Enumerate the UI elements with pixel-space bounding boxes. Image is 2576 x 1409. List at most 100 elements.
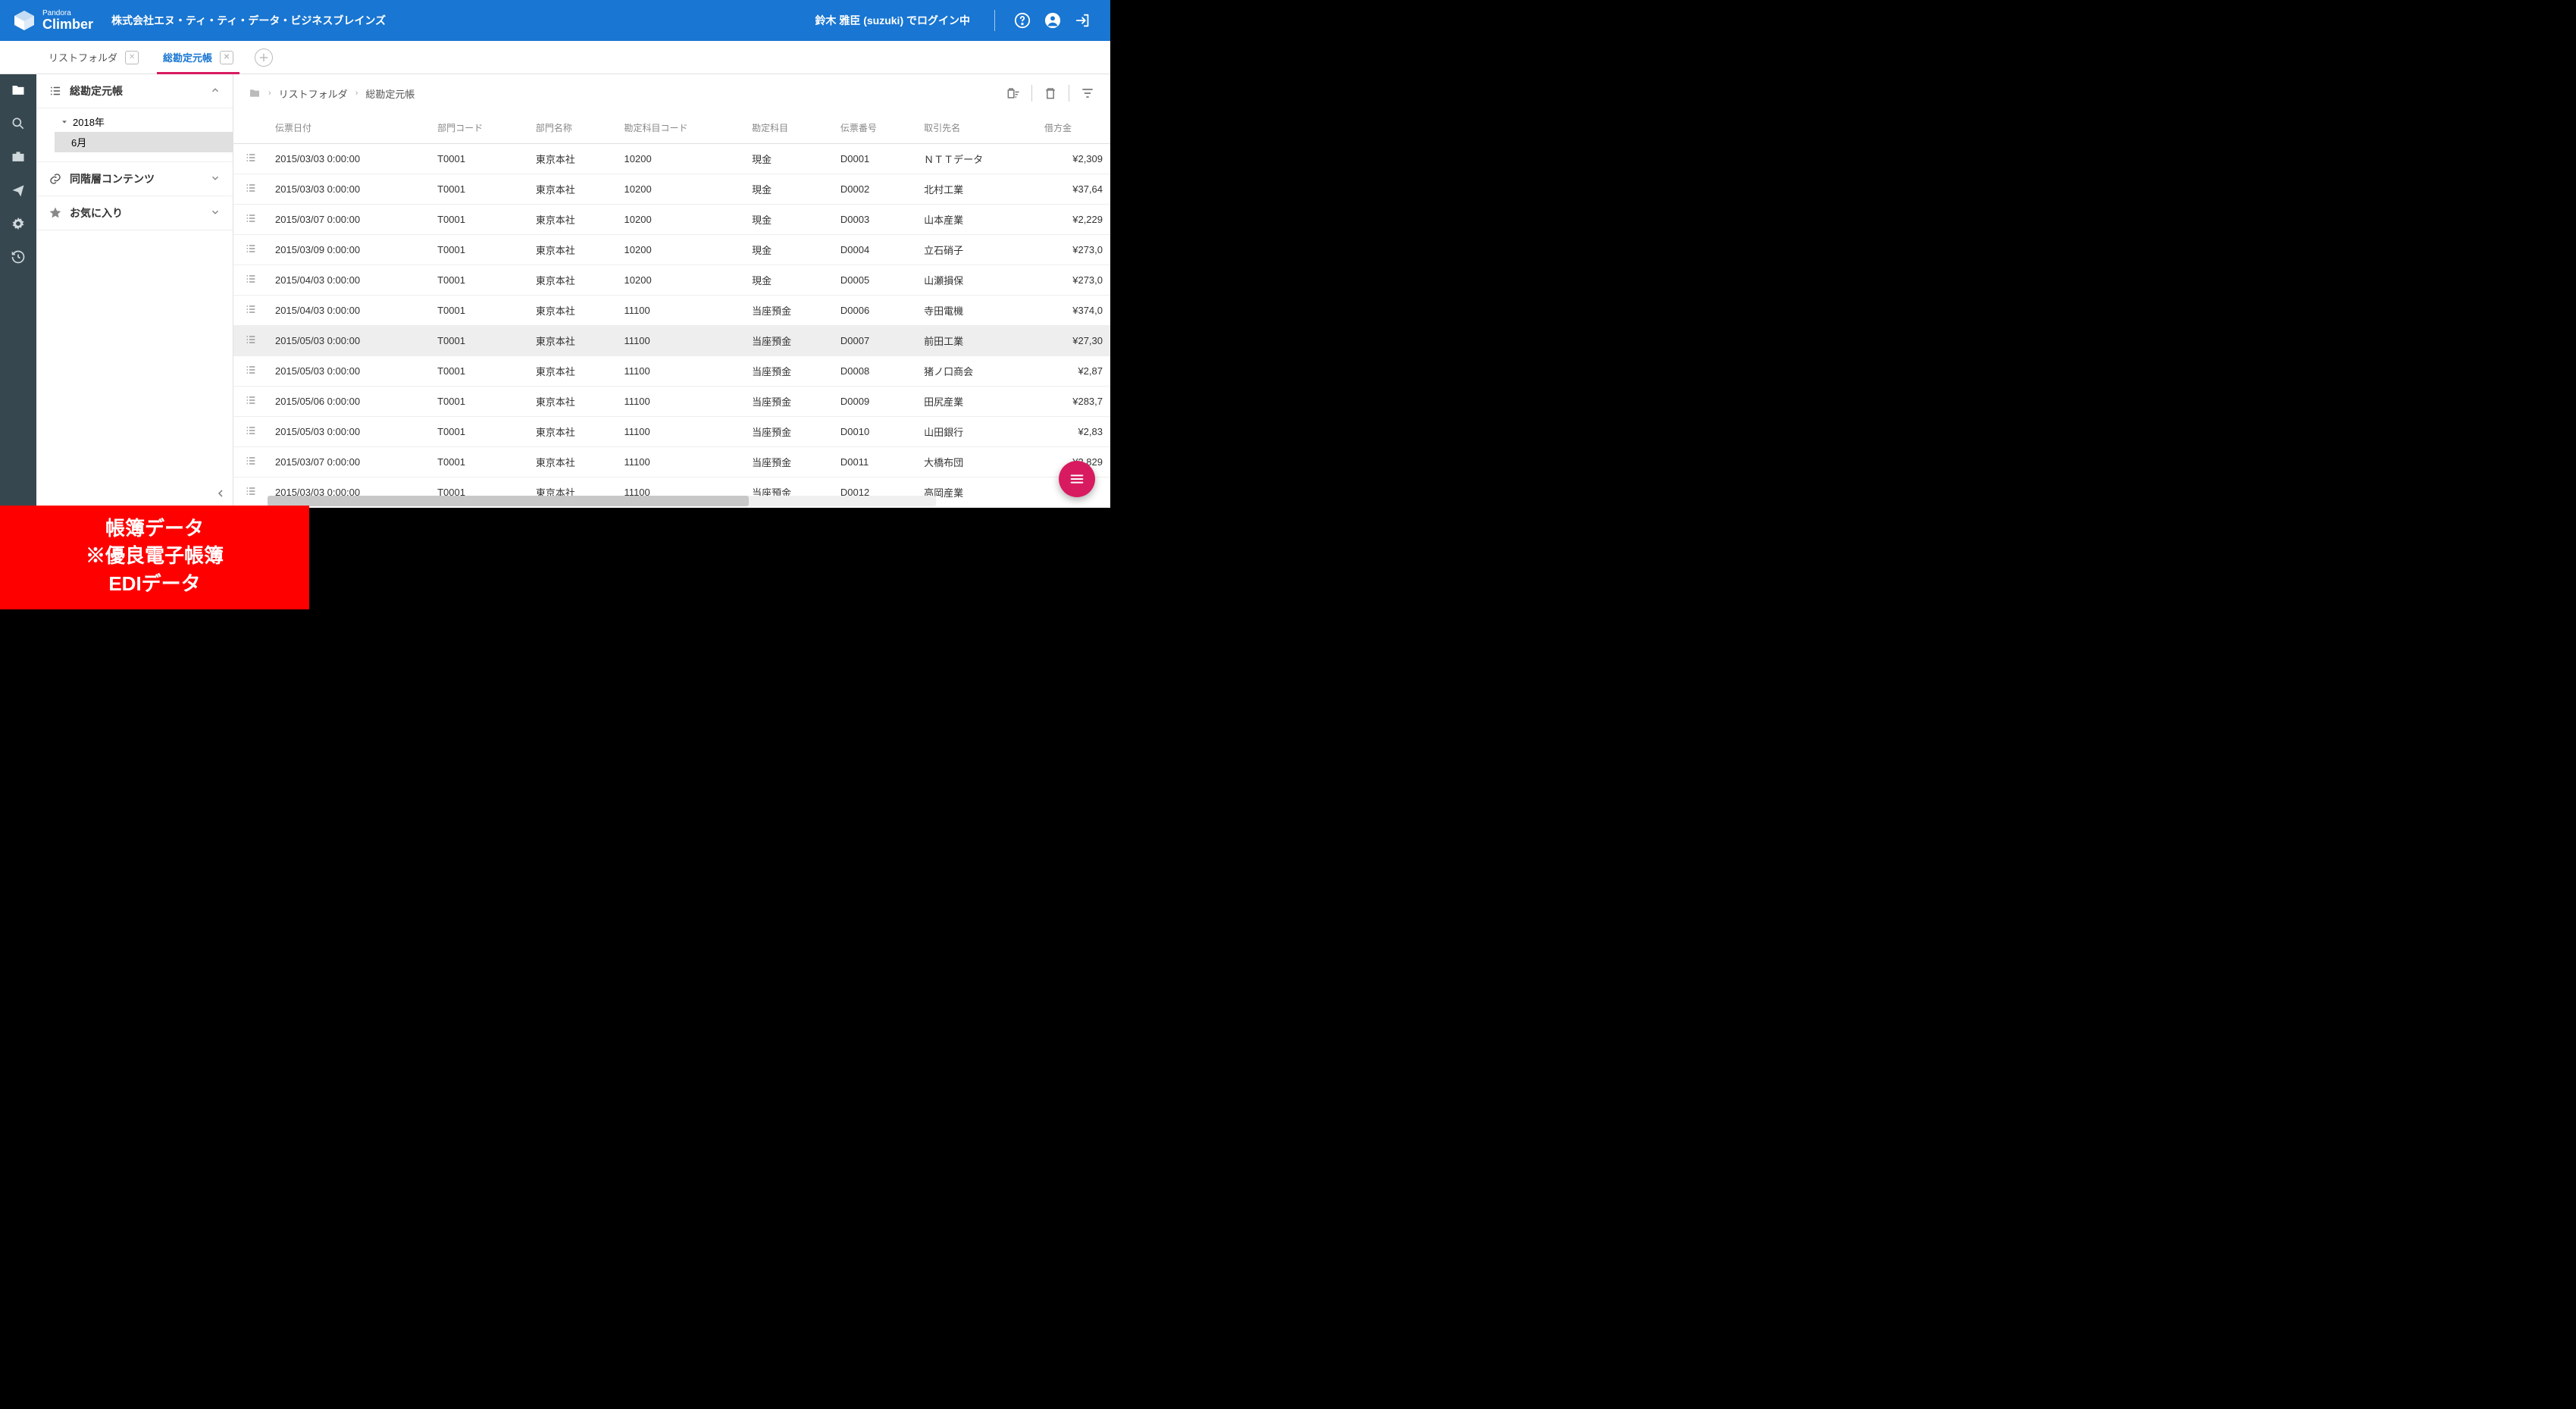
link-icon [49,172,62,186]
chevron-down-icon [210,173,221,186]
logo: Pandora Climber [12,8,93,33]
row-menu-icon[interactable] [233,447,268,477]
year-label: 2018年 [73,114,105,129]
table-row[interactable]: 2015/05/03 0:00:00T0001東京本社11100当座預金D000… [233,356,1110,387]
fab-menu-button[interactable] [1059,461,1095,497]
table-row[interactable]: 2015/03/09 0:00:00T0001東京本社10200現金D0004立… [233,235,1110,265]
cell-dept-name: 東京本社 [528,387,617,417]
table-row[interactable]: 2015/03/07 0:00:00T0001東京本社11100当座預金D001… [233,447,1110,477]
cell-debit: ¥37,64 [1037,174,1110,205]
delete-sweep-icon[interactable] [1006,86,1021,101]
send-icon[interactable] [10,182,27,199]
col-header[interactable]: 取引先名 [916,112,1037,144]
row-menu-icon[interactable] [233,417,268,447]
cell-partner: ＮＴＴデータ [916,144,1037,174]
cell-acct: 当座預金 [744,447,833,477]
section-label: 同階層コンテンツ [70,171,155,186]
cell-partner: 北村工業 [916,174,1037,205]
chevron-right-icon: › [268,89,271,98]
table-row[interactable]: 2015/03/03 0:00:00T0001東京本社10200現金D0002北… [233,174,1110,205]
row-menu-icon[interactable] [233,387,268,417]
row-menu-icon[interactable] [233,477,268,508]
cell-debit: ¥27,30 [1037,326,1110,356]
cell-date: 2015/04/03 0:00:00 [268,265,430,296]
row-menu-icon[interactable] [233,205,268,235]
close-icon[interactable]: ✕ [220,51,233,64]
table-row[interactable]: 2015/05/06 0:00:00T0001東京本社11100当座預金D000… [233,387,1110,417]
table-row[interactable]: 2015/04/03 0:00:00T0001東京本社10200現金D0005山… [233,265,1110,296]
tab-list-folder[interactable]: リストフォルダ ✕ [36,41,151,74]
collapse-panel-icon[interactable] [214,487,227,502]
cell-acct-code: 11100 [617,296,745,326]
header: Pandora Climber 株式会社エヌ・ティ・ティ・データ・ビジネスブレイ… [0,0,1110,41]
cell-slip: D0001 [833,144,916,174]
section-label: お気に入り [70,205,123,221]
cell-dept-code: T0001 [430,387,528,417]
cell-dept-code: T0001 [430,296,528,326]
logout-icon[interactable] [1074,11,1092,30]
table-row[interactable]: 2015/05/03 0:00:00T0001東京本社11100当座預金D001… [233,417,1110,447]
history-icon[interactable] [10,249,27,265]
cell-dept-code: T0001 [430,265,528,296]
side-section-ledger[interactable]: 総勘定元帳 [36,74,233,108]
cell-acct: 当座預金 [744,387,833,417]
gear-icon[interactable] [10,215,27,232]
cell-dept-code: T0001 [430,174,528,205]
delete-icon[interactable] [1043,86,1058,101]
briefcase-icon[interactable] [10,149,27,165]
cell-debit: ¥2,309 [1037,144,1110,174]
row-menu-icon[interactable] [233,235,268,265]
side-section-favorites[interactable]: お気に入り [36,196,233,230]
cell-dept-code: T0001 [430,417,528,447]
col-header[interactable]: 部門コード [430,112,528,144]
table-row[interactable]: 2015/04/03 0:00:00T0001東京本社11100当座預金D000… [233,296,1110,326]
side-section-siblings[interactable]: 同階層コンテンツ [36,162,233,196]
col-header[interactable]: 伝票日付 [268,112,430,144]
col-header[interactable]: 勘定科目コード [617,112,745,144]
close-icon[interactable]: ✕ [125,51,139,64]
cell-slip: D0006 [833,296,916,326]
cell-slip: D0010 [833,417,916,447]
cell-acct: 当座預金 [744,326,833,356]
row-menu-icon[interactable] [233,144,268,174]
tab-label: 総勘定元帳 [163,50,212,64]
cell-acct: 現金 [744,144,833,174]
col-header[interactable]: 伝票番号 [833,112,916,144]
breadcrumb-item[interactable]: 総勘定元帳 [365,86,415,101]
col-header[interactable]: 部門名称 [528,112,617,144]
account-icon[interactable] [1044,11,1062,30]
table-row[interactable]: 2015/05/03 0:00:00T0001東京本社11100当座預金D000… [233,326,1110,356]
horizontal-scrollbar[interactable] [268,496,936,506]
table-row[interactable]: 2015/03/03 0:00:00T0001東京本社10200現金D0001Ｎ… [233,144,1110,174]
cell-date: 2015/03/07 0:00:00 [268,205,430,235]
col-header[interactable]: 勘定科目 [744,112,833,144]
tree: 2018年 6月 [36,108,233,162]
filter-icon[interactable] [1080,86,1095,101]
col-header[interactable]: 借方金 [1037,112,1110,144]
cell-slip: D0002 [833,174,916,205]
row-menu-icon[interactable] [233,326,268,356]
cell-acct-code: 10200 [617,174,745,205]
tree-year[interactable]: 2018年 [55,111,233,132]
row-menu-icon[interactable] [233,356,268,387]
help-icon[interactable] [1013,11,1031,30]
divider [1031,85,1032,102]
cell-partner: 前田工業 [916,326,1037,356]
cell-slip: D0004 [833,235,916,265]
cell-acct: 現金 [744,265,833,296]
table-row[interactable]: 2015/03/07 0:00:00T0001東京本社10200現金D0003山… [233,205,1110,235]
tree-month[interactable]: 6月 [55,132,233,152]
folder-icon[interactable] [10,82,27,99]
row-menu-icon[interactable] [233,174,268,205]
row-menu-icon[interactable] [233,265,268,296]
tab-general-ledger[interactable]: 総勘定元帳 ✕ [151,41,246,74]
cell-acct-code: 10200 [617,235,745,265]
cell-acct: 当座預金 [744,417,833,447]
cell-date: 2015/03/09 0:00:00 [268,235,430,265]
breadcrumb-item[interactable]: リストフォルダ [279,86,348,101]
cell-acct: 当座預金 [744,356,833,387]
row-menu-icon[interactable] [233,296,268,326]
cell-date: 2015/05/03 0:00:00 [268,326,430,356]
add-tab-button[interactable] [255,49,273,67]
search-icon[interactable] [10,115,27,132]
